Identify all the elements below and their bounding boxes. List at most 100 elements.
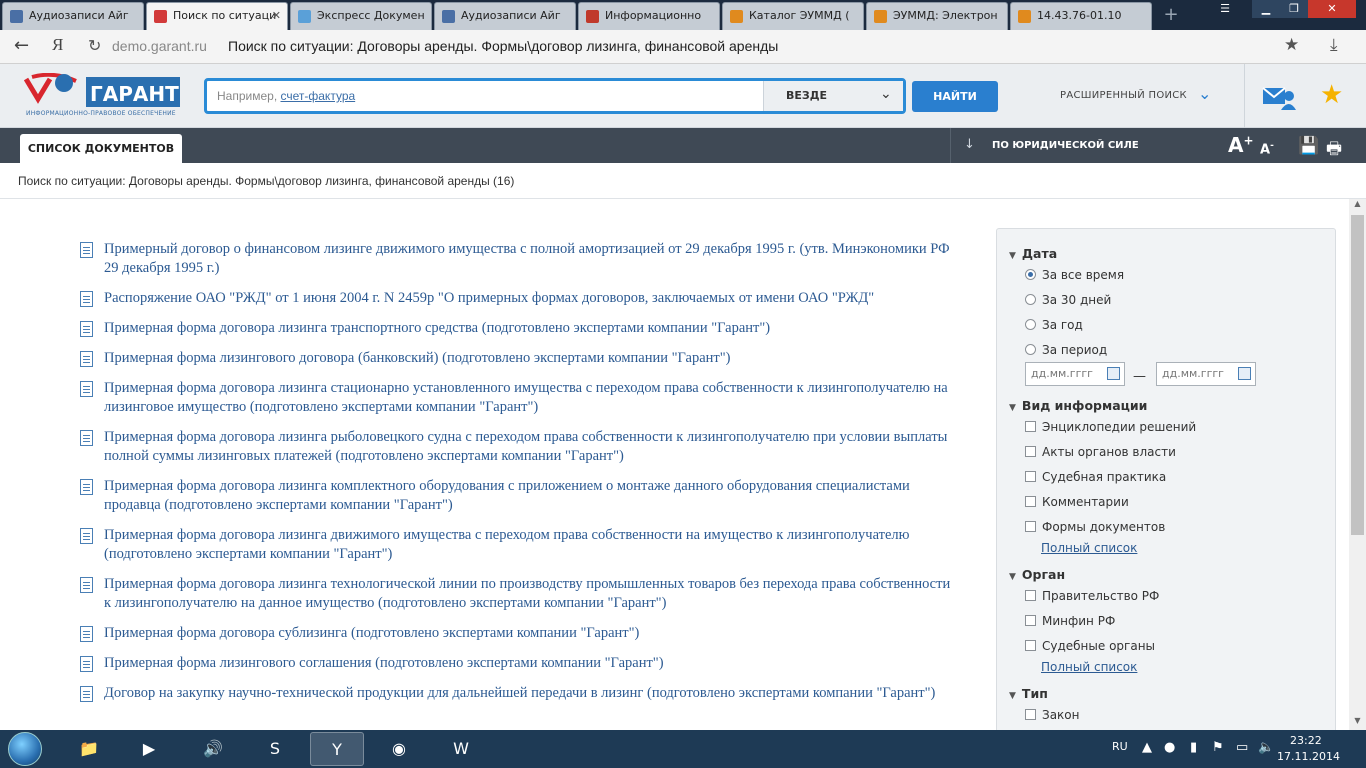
browser-tab[interactable]: Аудиозаписи Айг	[2, 2, 144, 30]
calendar-icon[interactable]	[1238, 367, 1251, 380]
checkbox[interactable]	[1025, 640, 1036, 651]
mail-contact-icon[interactable]	[1262, 84, 1296, 110]
document-link[interactable]: Примерная форма лизингового договора (ба…	[104, 349, 958, 368]
browser-tab-active[interactable]: Поиск по ситуаци ✕	[146, 2, 288, 30]
checkbox[interactable]	[1025, 709, 1036, 720]
clock-time[interactable]: 23:22	[1290, 734, 1322, 747]
checkbox-law[interactable]: Закон	[1025, 708, 1079, 722]
document-link[interactable]: Примерная форма договора лизинга движимо…	[104, 526, 958, 564]
bookmark-star-icon[interactable]: ★	[1284, 35, 1299, 55]
volume-icon[interactable]: 🔈	[1258, 740, 1274, 755]
browser-tab[interactable]: Аудиозаписи Айг	[434, 2, 576, 30]
document-link[interactable]: Примерная форма договора лизинга стацион…	[104, 379, 958, 417]
radio-button[interactable]	[1025, 294, 1036, 305]
calendar-icon[interactable]	[1107, 367, 1120, 380]
document-link[interactable]: Примерная форма лизингового соглашения (…	[104, 654, 958, 673]
start-button[interactable]	[8, 732, 42, 766]
list-item[interactable]: Примерная форма договора лизинга транспо…	[78, 319, 958, 338]
audio-app-icon[interactable]: 🔊	[186, 732, 240, 766]
list-item[interactable]: Примерная форма договора лизинга комплек…	[78, 477, 958, 515]
checkbox-court-practice[interactable]: Судебная практика	[1025, 470, 1166, 484]
checkbox[interactable]	[1025, 496, 1036, 507]
list-item[interactable]: Примерная форма договора лизинга стацион…	[78, 379, 958, 417]
favorites-star-icon[interactable]: ★	[1320, 80, 1343, 110]
chrome-icon[interactable]: ◉	[372, 732, 426, 766]
tray-arrow-icon[interactable]: ▲	[1142, 740, 1152, 755]
minimize-button[interactable]: ▁	[1252, 0, 1280, 18]
close-tab-icon[interactable]: ✕	[272, 3, 281, 29]
filter-section-title[interactable]: ▼ Тип	[1009, 686, 1048, 701]
skype-icon[interactable]: S	[248, 732, 302, 766]
download-icon[interactable]: ⤓	[1330, 35, 1338, 55]
tray-app-icon[interactable]: ●	[1164, 740, 1175, 755]
checkbox[interactable]	[1025, 590, 1036, 601]
close-window-button[interactable]: ✕	[1308, 0, 1356, 18]
search-input[interactable]: Например, счет-фактура ВЕЗДЕ ⌄	[204, 78, 906, 114]
checkbox[interactable]	[1025, 471, 1036, 482]
save-icon[interactable]: 💾	[1298, 136, 1319, 156]
radio-button[interactable]	[1025, 344, 1036, 355]
filter-section-info-type[interactable]: ▼ Вид информации	[1009, 398, 1147, 413]
filter-section-date[interactable]: ▼ Дата	[1009, 246, 1057, 261]
increase-font-icon[interactable]: A+	[1228, 133, 1254, 157]
scrollbar-thumb[interactable]	[1351, 215, 1364, 535]
checkbox-forms[interactable]: Формы документов	[1025, 520, 1165, 534]
advanced-search-link[interactable]: РАСШИРЕННЫЙ ПОИСК	[1060, 90, 1187, 101]
date-to-field[interactable]: дд.мм.гггг	[1156, 362, 1256, 386]
radio-button[interactable]	[1025, 269, 1036, 280]
checkbox-government[interactable]: Правительство РФ	[1025, 589, 1159, 603]
list-item[interactable]: Примерная форма договора сублизинга (под…	[78, 624, 958, 643]
document-link[interactable]: Распоряжение ОАО "РЖД" от 1 июня 2004 г.…	[104, 289, 958, 308]
radio-button[interactable]	[1025, 319, 1036, 330]
radio-year[interactable]: За год	[1025, 318, 1083, 332]
sort-by-legal-force[interactable]: ПО ЮРИДИЧЕСКОЙ СИЛЕ	[992, 140, 1139, 151]
document-link[interactable]: Договор на закупку научно-технической пр…	[104, 684, 958, 703]
list-item[interactable]: Распоряжение ОАО "РЖД" от 1 июня 2004 г.…	[78, 289, 958, 308]
search-example-link[interactable]: счет-фактура	[281, 89, 356, 103]
print-icon[interactable]: 🖶	[1326, 136, 1342, 165]
url-title[interactable]: Поиск по ситуации: Договоры аренды. Форм…	[228, 38, 778, 54]
browser-tab[interactable]: 14.43.76-01.10	[1010, 2, 1152, 30]
checkbox-courts[interactable]: Судебные органы	[1025, 639, 1155, 653]
document-link[interactable]: Примерная форма договора лизинга транспо…	[104, 319, 958, 338]
radio-30-days[interactable]: За 30 дней	[1025, 293, 1111, 307]
language-indicator[interactable]: RU	[1112, 740, 1128, 753]
list-item[interactable]: Примерная форма лизингового соглашения (…	[78, 654, 958, 673]
list-item[interactable]: Примерный договор о финансовом лизинге д…	[78, 240, 958, 278]
sort-arrow-icon[interactable]: ↓	[964, 137, 975, 152]
list-item[interactable]: Примерная форма договора лизинга движимо…	[78, 526, 958, 564]
checkbox[interactable]	[1025, 421, 1036, 432]
checkbox-acts[interactable]: Акты органов власти	[1025, 445, 1176, 459]
browser-tab[interactable]: Экспресс Докумен	[290, 2, 432, 30]
list-item[interactable]: Примерная форма договора лизинга техноло…	[78, 575, 958, 613]
media-player-icon[interactable]: ▶	[122, 732, 176, 766]
filter-section-organ[interactable]: ▼ Орган	[1009, 567, 1065, 582]
list-item[interactable]: Договор на закупку научно-технической пр…	[78, 684, 958, 703]
checkbox[interactable]	[1025, 615, 1036, 626]
browser-tab[interactable]: Каталог ЭУММД (	[722, 2, 864, 30]
decrease-font-icon[interactable]: A-	[1260, 141, 1274, 157]
network-icon[interactable]: ▮	[1190, 740, 1197, 755]
document-link[interactable]: Примерная форма договора лизинга рыболов…	[104, 428, 958, 466]
document-link[interactable]: Примерная форма договора лизинга комплек…	[104, 477, 958, 515]
scroll-down-arrow-icon[interactable]: ▼	[1349, 716, 1366, 730]
display-icon[interactable]: ▭	[1236, 740, 1248, 755]
document-link[interactable]: Примерная форма договора лизинга техноло…	[104, 575, 958, 613]
checkbox[interactable]	[1025, 446, 1036, 457]
filter-section-type[interactable]: ▼ Тип	[1009, 686, 1048, 701]
document-link[interactable]: Примерная форма договора сублизинга (под…	[104, 624, 958, 643]
date-from-field[interactable]: дд.мм.гггг	[1025, 362, 1125, 386]
browser-menu-icon[interactable]: ☰	[1210, 0, 1240, 18]
checkbox-comments[interactable]: Комментарии	[1025, 495, 1129, 509]
checkbox-minfin[interactable]: Минфин РФ	[1025, 614, 1115, 628]
scroll-up-arrow-icon[interactable]: ▲	[1349, 199, 1366, 213]
maximize-button[interactable]: ❐	[1280, 0, 1308, 18]
filter-section-title[interactable]: ▼ Вид информации	[1009, 398, 1147, 413]
tab-document-list[interactable]: СПИСОК ДОКУМЕНТОВ	[20, 134, 182, 163]
checkbox[interactable]	[1025, 521, 1036, 532]
browser-tab[interactable]: Информационно	[578, 2, 720, 30]
document-link[interactable]: Примерный договор о финансовом лизинге д…	[104, 240, 958, 278]
word-icon[interactable]: W	[434, 732, 488, 766]
clock-date[interactable]: 17.11.2014	[1277, 750, 1340, 763]
find-button[interactable]: НАЙТИ	[912, 81, 998, 112]
